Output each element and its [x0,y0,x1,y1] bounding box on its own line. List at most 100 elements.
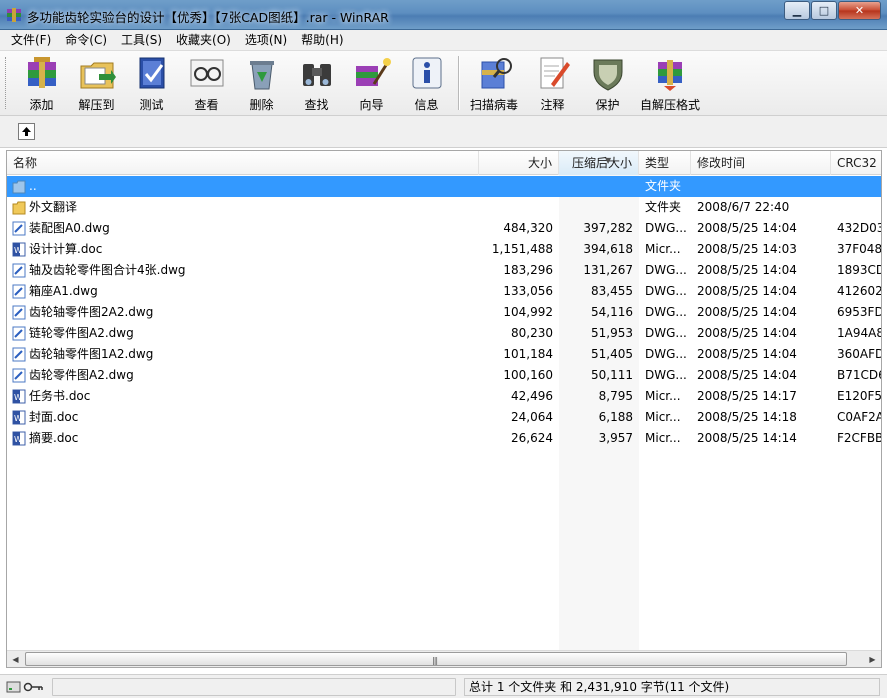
toolbar-grip[interactable] [5,57,8,109]
column-header-modified[interactable]: 修改时间 [691,151,831,175]
extract-to-button[interactable]: 解压到 [69,54,124,114]
file-row[interactable]: W 设计计算.doc 1,151,488 394,618 Micr... 2008/5/2… [7,239,882,260]
file-row[interactable]: 链轮零件图A2.dwg 80,230 51,953 DWG... 2008/5/25 1… [7,323,881,344]
cell-size [479,197,553,218]
file-list[interactable]: 名称 大小 ▼ 压缩后大小 类型 修改时间 CRC32 .. 文件夹 外文翻译 文件夹… [6,150,882,668]
cell-type: Micr... [645,389,681,403]
cell-size: 24,064 [511,410,553,424]
file-row[interactable]: W 摘要.doc 26,624 3,957 Micr... 2008/5/25 14:14… [7,428,882,449]
file-row[interactable]: 齿轮轴零件图2A2.dwg 104,992 54,116 DWG... 2008/5/2… [7,302,881,323]
menu-tools[interactable]: 工具(S) [114,30,169,51]
cell-modified: 2008/5/25 14:04 [697,368,797,382]
up-one-level-button[interactable] [18,123,35,140]
file-row[interactable]: 箱座A1.dwg 133,056 83,455 DWG... 2008/5/25 14:… [7,281,881,302]
cell-type: DWG... [645,263,687,277]
file-row[interactable]: 外文翻译 文件夹 2008/6/7 22:40 [7,197,881,218]
test-icon [139,57,164,89]
file-row[interactable]: 齿轮零件图A2.dwg 100,160 50,111 DWG... 2008/5/25 … [7,365,881,386]
close-button[interactable]: ✕ [838,1,881,20]
cell-type: DWG... [645,368,687,382]
menu-favorites[interactable]: 收藏夹(O) [169,30,238,51]
comment-button[interactable]: 注释 [525,54,580,114]
cell-name: 装配图A0.dwg [29,221,110,235]
dwg-file-icon [12,368,26,383]
scan-virus-button[interactable]: 扫描病毒 [463,54,525,114]
cell-packed: 8,795 [598,389,633,403]
minimize-button[interactable]: ▁ [784,1,810,20]
status-bar: 总计 1 个文件夹 和 2,431,910 字节(11 个文件) [0,674,887,698]
recycle-bin-icon [249,61,274,90]
view-glasses-icon [190,59,223,87]
cell-packed: 51,405 [591,347,633,361]
cell-packed: 397,282 [583,221,633,235]
dwg-file-icon [12,326,26,341]
extract-folder-icon [80,62,116,89]
cell-name: 轴及齿轮零件图合计4张.dwg [29,263,186,277]
column-header-size[interactable]: 大小 [479,151,559,175]
maximize-button[interactable]: □ [811,1,837,20]
add-button[interactable]: 添加 [14,54,69,114]
column-header-packed[interactable]: ▼ 压缩后大小 [559,151,639,175]
scroll-right-arrow[interactable]: ▶ [864,651,881,667]
virus-scan-icon [481,58,512,89]
wizard-button[interactable]: 向导 [344,54,399,114]
word-doc-icon: W [12,410,26,425]
file-row[interactable]: .. 文件夹 [7,176,881,197]
cell-modified: 2008/5/25 14:18 [697,410,797,424]
dwg-file-icon [12,347,26,362]
file-row[interactable]: W 封面.doc 24,064 6,188 Micr... 2008/5/25 14:18… [7,407,881,428]
column-header-name[interactable]: 名称 [7,151,479,175]
info-button[interactable]: 信息 [399,54,454,114]
cell-modified: 2008/5/25 14:04 [697,305,797,319]
find-button[interactable]: 查找 [289,54,344,114]
column-header-crc[interactable]: CRC32 [831,151,881,175]
cell-modified: 2008/5/25 14:04 [697,221,797,235]
sfx-button[interactable]: 自解压格式 [635,54,705,114]
shield-icon [593,59,622,91]
file-row[interactable]: W 任务书.doc 42,496 8,795 Micr... 2008/5/25 14:1… [7,386,881,407]
cell-modified: 2008/5/25 14:17 [697,389,797,403]
scroll-left-arrow[interactable]: ◀ [7,651,24,667]
cell-modified: 2008/6/7 22:40 [697,200,790,214]
address-bar [0,116,887,148]
cell-name: 齿轮轴零件图2A2.dwg [29,305,154,319]
cell-type: DWG... [645,305,687,319]
cell-name: 封面.doc [29,410,79,424]
cell-name: 箱座A1.dwg [29,284,98,298]
cell-crc: 37F048 [837,242,882,256]
delete-button[interactable]: 删除 [234,54,289,114]
cell-crc [837,197,881,218]
file-row[interactable]: 齿轮轴零件图1A2.dwg 101,184 51,405 DWG... 2008/5/2… [7,344,881,365]
column-header-type[interactable]: 类型 [639,151,691,175]
file-row[interactable]: 轴及齿轮零件图合计4张.dwg 183,296 131,267 DWG... 2008/… [7,260,882,281]
cell-size: 133,056 [503,284,553,298]
self-extract-icon [658,60,682,91]
title-bar[interactable]: 多功能齿轮实验台的设计【优秀】【7张CAD图纸】.rar - WinRAR ▁ … [0,0,887,30]
status-drive-key-icon [6,681,43,693]
cell-size: 42,496 [511,389,553,403]
horizontal-scrollbar[interactable]: ◀ ||| ▶ [7,650,881,667]
cell-crc: 1893CD [837,263,882,277]
file-row[interactable]: 装配图A0.dwg 484,320 397,282 DWG... 2008/5/25 1… [7,218,881,239]
protect-button[interactable]: 保护 [580,54,635,114]
menu-bar: 文件(F) 命令(C) 工具(S) 收藏夹(O) 选项(N) 帮助(H) [0,30,887,51]
cell-packed: 394,618 [583,242,633,256]
menu-file[interactable]: 文件(F) [4,30,58,51]
scroll-thumb[interactable]: ||| [25,652,847,666]
cell-modified: 2008/5/25 14:14 [697,431,797,445]
menu-options[interactable]: 选项(N) [238,30,294,51]
view-button[interactable]: 查看 [179,54,234,114]
dwg-file-icon [12,284,26,299]
cell-packed: 83,455 [591,284,633,298]
cell-size: 183,296 [503,263,553,277]
test-button[interactable]: 测试 [124,54,179,114]
menu-commands[interactable]: 命令(C) [58,30,114,51]
svg-text:W: W [14,435,22,444]
word-doc-icon: W [12,242,26,257]
folder-icon [12,201,26,215]
cell-type: 文件夹 [645,179,682,193]
cell-size: 101,184 [503,347,553,361]
menu-help[interactable]: 帮助(H) [294,30,350,51]
dwg-file-icon [12,263,26,278]
cell-crc: F2CFBB [837,431,882,445]
